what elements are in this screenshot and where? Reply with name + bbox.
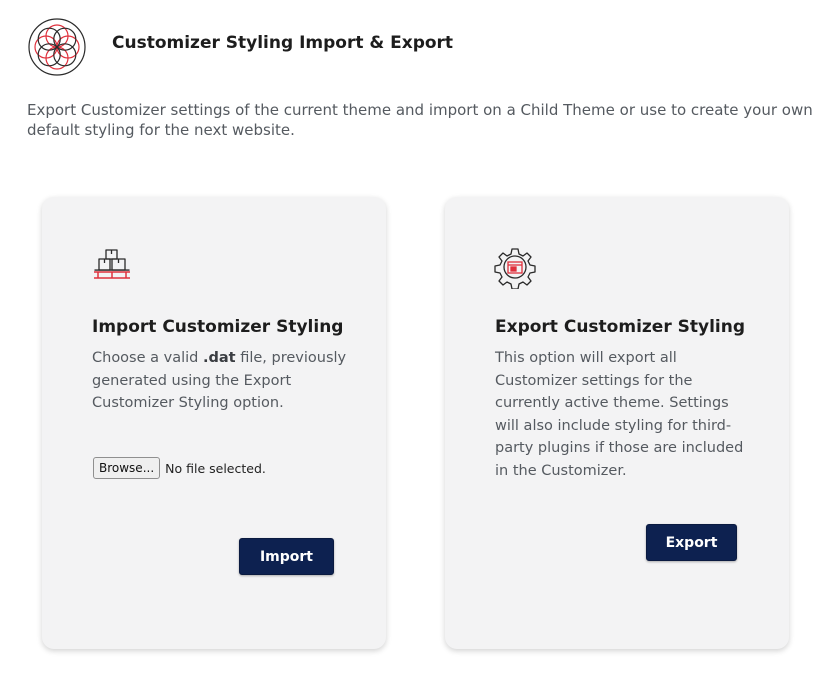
export-button[interactable]: Export xyxy=(646,524,737,561)
rosette-logo-icon xyxy=(28,18,86,76)
import-desc-part1: Choose a valid xyxy=(92,350,203,366)
file-status: No file selected. xyxy=(165,460,266,476)
gear-with-window-icon xyxy=(494,248,536,289)
export-card: Export Customizer Styling This option wi… xyxy=(445,197,789,649)
import-card-description: Choose a valid .dat file, previously gen… xyxy=(92,347,347,415)
import-button[interactable]: Import xyxy=(239,538,334,575)
file-input-row: Browse... No file selected. xyxy=(93,457,266,479)
import-card: Import Customizer Styling Choose a valid… xyxy=(42,197,386,649)
page-title: Customizer Styling Import & Export xyxy=(112,33,454,53)
boxes-on-pallet-icon xyxy=(94,249,130,279)
intro-text: Export Customizer settings of the curren… xyxy=(27,101,813,139)
export-card-title: Export Customizer Styling xyxy=(495,317,746,337)
page-header xyxy=(27,17,87,77)
browse-file-button[interactable]: Browse... xyxy=(93,457,161,479)
import-desc-filetype: .dat xyxy=(202,350,236,366)
import-card-title: Import Customizer Styling xyxy=(92,317,344,337)
export-card-description: This option will export all Customizer s… xyxy=(495,350,744,479)
